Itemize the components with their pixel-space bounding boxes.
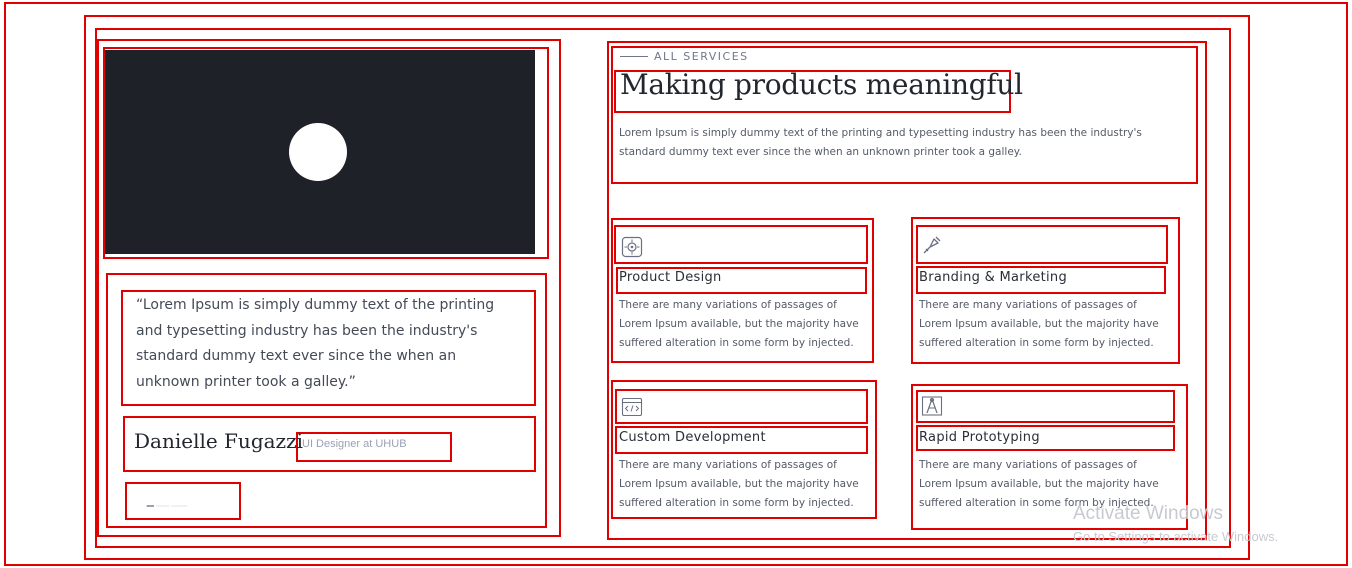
services-header-outline: [611, 46, 1198, 184]
section-intro: Lorem Ipsum is simply dummy text of the …: [619, 127, 1142, 158]
activation-watermark-title: Activate Windows: [1073, 503, 1223, 524]
slider-dot: [156, 505, 170, 507]
service-title: Custom Development: [619, 430, 766, 445]
service-icon-outline-2: [916, 225, 1168, 264]
slider-dot: [171, 505, 188, 507]
play-button[interactable]: [289, 123, 347, 181]
section-heading: Making products meaningful: [620, 68, 1023, 101]
code-icon: [621, 397, 643, 417]
service-icon-outline-1: [614, 225, 868, 264]
video-thumbnail[interactable]: [105, 50, 535, 254]
service-icon-outline-4: [916, 390, 1175, 423]
slider-dot-active: [146, 505, 154, 507]
testimonial-quote: “Lorem Ipsum is simply dummy text of the…: [136, 297, 495, 390]
service-icon-outline-3: [615, 389, 868, 424]
service-title: Product Design: [619, 270, 722, 285]
branding-icon: [923, 236, 941, 254]
section-eyebrow: ALL SERVICES: [654, 50, 749, 63]
service-description: There are many variations of passages of…: [619, 299, 859, 349]
author-name: Danielle Fugazzi: [134, 429, 304, 453]
service-description: There are many variations of passages of…: [919, 299, 1159, 349]
author-role: UI Designer at UHUB: [302, 438, 407, 450]
slider-dots-outline: [125, 482, 241, 520]
prototyping-icon: [921, 396, 943, 416]
product-design-icon: [621, 236, 643, 258]
service-description: There are many variations of passages of…: [619, 459, 859, 509]
service-title: Branding & Marketing: [919, 270, 1068, 285]
service-title: Rapid Prototyping: [919, 430, 1040, 445]
activation-watermark-text: Go to Settings to activate Windows.: [1073, 529, 1279, 544]
slider-dots[interactable]: [136, 505, 200, 507]
